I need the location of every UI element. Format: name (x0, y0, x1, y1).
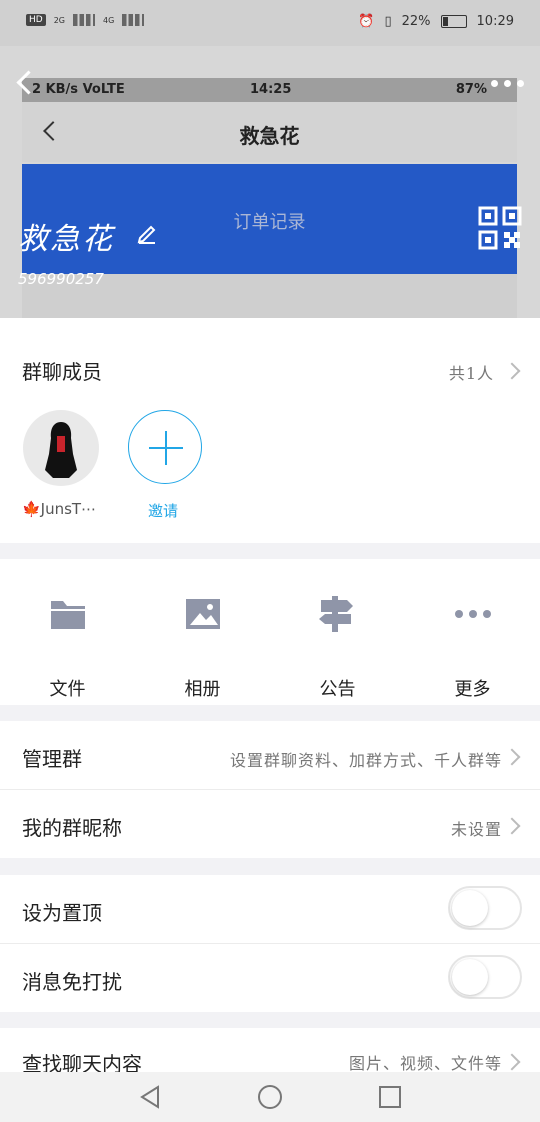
signpost-icon[interactable] (317, 594, 355, 634)
status-left: HD 2G 4G (26, 14, 145, 26)
invite-button[interactable] (128, 410, 202, 484)
pin-label: 设为置顶 (22, 901, 102, 925)
pin-row: 设为置顶 (0, 875, 540, 943)
nickname-row[interactable]: 我的群昵称 未设置 (0, 790, 540, 858)
members-title: 群聊成员 (22, 360, 102, 384)
signal-icon (73, 14, 95, 26)
search-history-label: 查找聊天内容 (22, 1052, 142, 1072)
inner-status-left: 2 KB/s VoLTE (32, 82, 125, 97)
function-label-more[interactable]: 更多 (405, 675, 540, 701)
more-icon[interactable] (453, 608, 493, 620)
mute-label: 消息免打扰 (22, 970, 122, 994)
image-icon[interactable] (184, 597, 222, 631)
nickname-label: 我的群昵称 (22, 816, 122, 840)
hd-badge: HD (26, 14, 46, 26)
group-header: HD 2G 4G ⏰ ▯ 22% 10:29 2 KB/s VoLTE 14:2… (0, 0, 540, 318)
manage-group-label: 管理群 (22, 747, 82, 771)
search-history-value: 图片、视频、文件等 (348, 1054, 502, 1072)
group-id: 596990257 (18, 270, 104, 288)
nav-home-icon[interactable] (257, 1084, 283, 1110)
function-label-files[interactable]: 文件 (0, 675, 135, 701)
battery-percent: 22% (401, 14, 431, 29)
inner-status-right: 87% (455, 82, 487, 97)
status-right: ⏰ ▯ 22% 10:29 (358, 14, 514, 29)
folder-icon[interactable] (49, 597, 87, 631)
members-count[interactable]: 共1人 (449, 360, 494, 384)
edit-icon[interactable] (136, 222, 158, 244)
manage-group-row[interactable]: 管理群 设置群聊资料、加群方式、千人群等 (0, 721, 540, 789)
chevron-right-icon (503, 748, 521, 766)
search-history-row[interactable]: 查找聊天内容 图片、视频、文件等 (0, 1028, 540, 1072)
chevron-right-icon (503, 1053, 521, 1071)
invite-label[interactable]: 邀请 (148, 500, 178, 521)
more-options-button[interactable] (491, 80, 524, 87)
function-label-notice[interactable]: 公告 (270, 675, 405, 701)
chevron-right-icon (503, 817, 521, 835)
mute-row: 消息免打扰 (0, 944, 540, 1012)
member-avatar[interactable] (23, 410, 99, 486)
network-4g: 4G (103, 15, 115, 25)
manage-card: 管理群 设置群聊资料、加群方式、千人群等 我的群昵称 未设置 (0, 721, 540, 858)
inner-title: 救急花 (239, 124, 300, 148)
nav-back-icon[interactable] (138, 1084, 162, 1110)
inner-status-time: 14:25 (250, 82, 292, 97)
function-label-album[interactable]: 相册 (135, 675, 270, 701)
nav-recents-icon[interactable] (378, 1085, 402, 1109)
battery-icon (440, 15, 467, 28)
chevron-right-icon (503, 362, 521, 380)
group-name[interactable]: 救急花 (18, 214, 114, 258)
qr-code-icon[interactable] (478, 206, 522, 250)
mute-toggle[interactable] (448, 955, 522, 999)
member-name: 🍁JunsT⋯ (22, 500, 97, 518)
inner-status-bar: 2 KB/s VoLTE 14:25 87% (22, 78, 517, 102)
back-button[interactable] (12, 68, 40, 96)
toggles-card: 设为置顶 消息免打扰 (0, 875, 540, 1012)
vibrate-icon: ▯ (384, 14, 392, 29)
clock: 10:29 (476, 14, 514, 29)
network-2g: 2G (53, 15, 65, 25)
pin-toggle[interactable] (448, 886, 522, 930)
system-nav-bar (0, 1072, 540, 1122)
signal-icon (122, 14, 145, 26)
manage-group-value: 设置群聊资料、加群方式、千人群等 (229, 751, 502, 770)
nickname-value: 未设置 (450, 820, 502, 839)
status-bar: HD 2G 4G ⏰ ▯ 22% 10:29 (0, 0, 540, 46)
avatar-figure-icon (45, 422, 77, 478)
alarm-icon: ⏰ (358, 14, 375, 29)
inner-titlebar: 救急花 (22, 102, 517, 162)
